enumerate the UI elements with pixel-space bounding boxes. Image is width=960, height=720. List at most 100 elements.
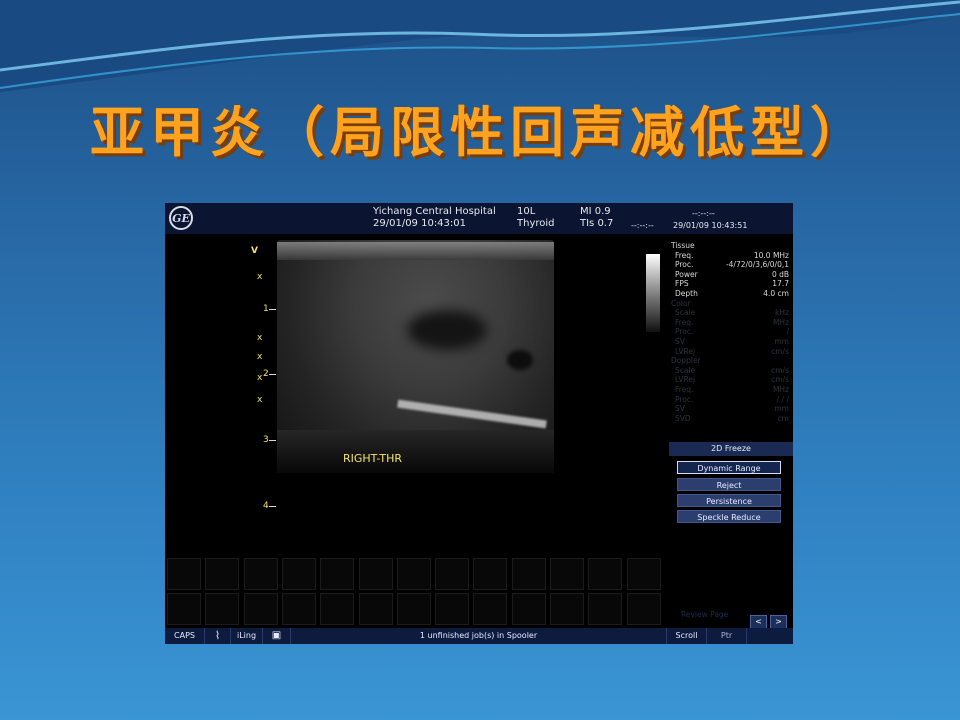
caps-indicator: CAPS xyxy=(165,628,205,644)
thumbnail-slot[interactable] xyxy=(243,558,278,590)
param-row: LVRej cm/s xyxy=(671,347,789,357)
thumbnail-slot[interactable] xyxy=(281,593,316,625)
ilog-button[interactable]: iLing xyxy=(231,628,263,644)
status-empty-slot xyxy=(747,628,793,644)
thumbnail-slot[interactable] xyxy=(320,558,355,590)
param-key: Tissue xyxy=(671,241,695,250)
param-value: 10.0 MHz xyxy=(753,250,789,260)
freeze-menu-header: 2D Freeze xyxy=(669,442,793,456)
depth-tick xyxy=(269,506,276,507)
thumbnail-slot[interactable] xyxy=(511,593,546,625)
param-row: Tissue xyxy=(671,241,789,251)
param-value: -4/72/0/3,6/0/0,1 xyxy=(725,260,789,270)
param-value: 0 dB xyxy=(771,269,789,279)
thumbnail-slot[interactable] xyxy=(358,593,393,625)
probe-label: 10L xyxy=(517,206,536,217)
thumbnail-slot[interactable] xyxy=(243,593,278,625)
thumbnail-slot[interactable] xyxy=(435,593,470,625)
focus-marker: x xyxy=(257,395,263,405)
thumbnail-slot[interactable] xyxy=(320,593,355,625)
param-key: SV xyxy=(675,336,685,346)
param-value: cm/s xyxy=(771,346,789,356)
param-key: SVD xyxy=(675,413,691,423)
focus-marker: x xyxy=(257,352,263,362)
param-key: Scale xyxy=(675,365,696,375)
prev-page-button[interactable]: < xyxy=(750,615,767,629)
ultrasound-screen: GE Yichang Central Hospital 29/01/09 10:… xyxy=(165,203,793,644)
cine-dashes: --:--:-- xyxy=(631,221,654,230)
ptr-button[interactable]: Ptr xyxy=(707,628,747,644)
status-bar: CAPS ⌇ iLing ▣ 1 unfinished job(s) in Sp… xyxy=(165,628,793,644)
param-key: Freq. xyxy=(675,317,694,327)
param-value: MHz xyxy=(772,384,789,394)
param-value: mm xyxy=(774,404,789,414)
param-row: Doppler xyxy=(671,356,789,366)
thumbnail-slot[interactable] xyxy=(473,593,508,625)
reject-button[interactable]: Reject xyxy=(677,478,781,491)
thumbnail-slot[interactable] xyxy=(473,558,508,590)
param-value: 4.0 cm xyxy=(763,288,789,298)
param-row: FPS 17.7 xyxy=(671,279,789,289)
depth-tick-label: 3 xyxy=(263,435,269,445)
thumbnail-slot[interactable] xyxy=(396,558,431,590)
mi-index: MI 0.9 xyxy=(580,206,611,217)
param-key: Proc. xyxy=(675,327,694,337)
depth-tick-label: 4 xyxy=(263,501,269,511)
param-value: / xyxy=(786,327,789,337)
param-key: Doppler xyxy=(671,356,701,366)
param-row: SVD cm xyxy=(671,414,789,424)
thumbnail-slot[interactable] xyxy=(205,593,240,625)
thumbnail-slot[interactable] xyxy=(588,558,623,590)
thumbnail-slot[interactable] xyxy=(588,593,623,625)
param-value: MHz xyxy=(772,317,789,327)
thumbnail-slot[interactable] xyxy=(396,593,431,625)
focus-marker: x xyxy=(257,272,263,282)
depth-tick-label: 2 xyxy=(263,369,269,379)
param-row: Proc. / xyxy=(671,327,789,337)
focus-marker: x xyxy=(257,373,263,383)
hospital-name: Yichang Central Hospital xyxy=(373,206,496,217)
param-key: LVRej xyxy=(675,375,696,385)
depth-tick xyxy=(269,309,276,310)
thumbnail-slot[interactable] xyxy=(550,558,584,590)
thumbnail-slot[interactable] xyxy=(626,593,661,625)
param-key: Depth xyxy=(675,288,698,298)
param-key: Color xyxy=(671,298,691,308)
network-icon[interactable]: ▣ xyxy=(263,628,291,644)
param-value: mm xyxy=(774,336,789,346)
parameter-panel: Tissue Freq. 10.0 MHz Proc. -4/72/0/3,6/0/0,… xyxy=(671,241,789,423)
page-nav: < > xyxy=(747,609,787,629)
thumbnail-slot[interactable] xyxy=(435,558,470,590)
thumbnail-slot[interactable] xyxy=(358,558,393,590)
grayscale-bar xyxy=(646,254,660,332)
dynamic-range-button[interactable]: Dynamic Range xyxy=(677,461,781,474)
param-key: Proc. xyxy=(675,394,694,404)
thumbnail-slot[interactable] xyxy=(205,558,240,590)
image-annotation: RIGHT-THR xyxy=(343,452,402,465)
thumbnail-slot[interactable] xyxy=(167,558,201,590)
param-row: Proc. / / / xyxy=(671,395,789,405)
thumbnail-slot[interactable] xyxy=(281,558,316,590)
param-row: Depth 4.0 cm xyxy=(671,289,789,299)
review-page-label: Review Page xyxy=(681,610,729,619)
persistence-button[interactable]: Persistence xyxy=(677,494,781,507)
probe-icon[interactable]: ⌇ xyxy=(205,628,231,644)
next-page-button[interactable]: > xyxy=(770,615,787,629)
depth-tick xyxy=(269,440,276,441)
param-row: SV mm xyxy=(671,404,789,414)
depth-tick xyxy=(269,374,276,375)
tis-index: TIs 0.7 xyxy=(580,218,614,229)
param-value: cm xyxy=(777,413,789,423)
param-row: LVRej cm/s xyxy=(671,375,789,385)
thumbnail-slot[interactable] xyxy=(167,593,201,625)
thumbnail-slot[interactable] xyxy=(550,593,584,625)
scroll-button[interactable]: Scroll xyxy=(667,628,707,644)
param-value: cm/s xyxy=(771,365,789,375)
thumbnail-slot[interactable] xyxy=(511,558,546,590)
thumbnail-slot[interactable] xyxy=(626,558,661,590)
ge-logo-icon: GE xyxy=(169,206,193,230)
param-value: kHz xyxy=(775,308,789,318)
param-key: Freq. xyxy=(675,250,694,260)
speckle-reduce-button[interactable]: Speckle Reduce xyxy=(677,510,781,523)
param-row: Scale cm/s xyxy=(671,366,789,376)
